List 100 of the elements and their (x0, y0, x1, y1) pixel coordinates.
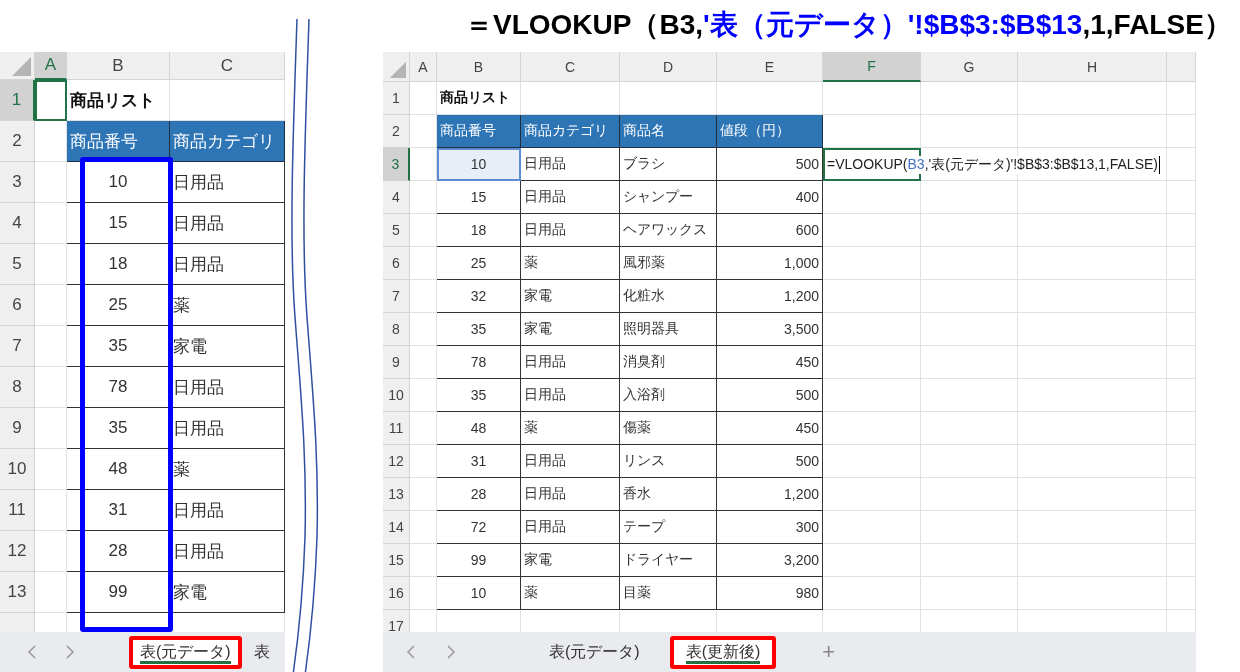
empty-cell (410, 313, 437, 346)
spreadsheet-cell: 家電 (170, 572, 285, 613)
spreadsheet-cell: 15 (67, 203, 170, 244)
column-header[interactable]: A (35, 52, 67, 80)
row-header: 17 (383, 610, 410, 632)
spreadsheet-cell: 日用品 (521, 379, 620, 412)
empty-cell (1167, 445, 1196, 478)
chevron-right-icon[interactable] (64, 644, 76, 660)
spreadsheet-cell: 日用品 (170, 244, 285, 285)
spreadsheet-cell: 家電 (521, 280, 620, 313)
spreadsheet-cell: 10 (437, 577, 521, 610)
column-header[interactable]: B (67, 52, 170, 80)
empty-cell (1167, 280, 1196, 313)
row-header: 8 (383, 313, 410, 346)
spreadsheet-cell: 日用品 (521, 181, 620, 214)
empty-cell (410, 445, 437, 478)
empty-cell (35, 531, 67, 572)
spreadsheet-cell: 日用品 (170, 531, 285, 572)
spreadsheet-cell: 日用品 (521, 445, 620, 478)
formula-input[interactable]: =VLOOKUP(B3,'表(元データ)'!$B$3:$B$13,1,FALSE) (827, 155, 1160, 174)
row-header: 6 (0, 285, 35, 326)
empty-cell (1167, 511, 1196, 544)
row-header: 7 (0, 326, 35, 367)
spreadsheet-cell: 日用品 (521, 346, 620, 379)
empty-cell (1167, 346, 1196, 379)
spreadsheet-cell: 3,500 (717, 313, 823, 346)
spreadsheet-cell: 10 (437, 148, 521, 181)
column-header[interactable]: F (823, 52, 921, 82)
column-header[interactable]: B (437, 52, 521, 82)
sheet-tab[interactable]: 表 (251, 637, 272, 667)
spreadsheet-cell: 72 (437, 511, 521, 544)
spreadsheet-cell: 31 (67, 490, 170, 531)
empty-cell (35, 367, 67, 408)
row-header: 10 (383, 379, 410, 412)
row-header: 2 (0, 121, 35, 162)
chevron-left-icon[interactable] (26, 644, 38, 660)
spreadsheet-cell: ヘアワックス (620, 214, 717, 247)
spreadsheet-cell: ドライヤー (620, 544, 717, 577)
spreadsheet-cell: 日用品 (521, 478, 620, 511)
empty-cell (1167, 214, 1196, 247)
spreadsheet-cell: 3,200 (717, 544, 823, 577)
spreadsheet-cell: 600 (717, 214, 823, 247)
spreadsheet-cell: 1,200 (717, 280, 823, 313)
empty-cell (1167, 115, 1196, 148)
spreadsheet-cell: 薬 (521, 247, 620, 280)
empty-cell (410, 511, 437, 544)
spreadsheet-cell: ブラシ (620, 148, 717, 181)
row-header: 12 (383, 445, 410, 478)
formula-caption: ＝VLOOKUP（B3,'表（元データ）'!$B$3:$B$13,1,FALSE） (465, 8, 1232, 42)
empty-cell (410, 412, 437, 445)
spreadsheet-cell: 家電 (170, 326, 285, 367)
spreadsheet-cell: 28 (437, 478, 521, 511)
empty-cell (35, 449, 67, 490)
column-header[interactable]: G (921, 52, 1018, 82)
sheet-tab[interactable]: 表(元データ) (535, 637, 654, 667)
spreadsheet-cell: 500 (717, 445, 823, 478)
column-header[interactable]: H (1018, 52, 1167, 82)
spreadsheet-cell: シャンプー (620, 181, 717, 214)
spreadsheet-cell: 99 (67, 572, 170, 613)
spreadsheet-cell: 家電 (521, 313, 620, 346)
spreadsheet-cell: 香水 (620, 478, 717, 511)
spreadsheet-cell: テープ (620, 511, 717, 544)
empty-cell (410, 181, 437, 214)
row-header: 4 (383, 181, 410, 214)
empty-cell (1167, 577, 1196, 610)
column-header[interactable]: E (717, 52, 823, 82)
spreadsheet-cell: 日用品 (521, 214, 620, 247)
spreadsheet-cell: 目薬 (620, 577, 717, 610)
column-header[interactable]: D (620, 52, 717, 82)
spreadsheet-cell: 10 (67, 162, 170, 203)
spreadsheet-cell: 日用品 (170, 408, 285, 449)
spreadsheet-cell: 薬 (521, 412, 620, 445)
spreadsheet-cell: 薬 (521, 577, 620, 610)
empty-cell (35, 203, 67, 244)
empty-cell (35, 408, 67, 449)
row-header: 3 (0, 162, 35, 203)
row-header: 13 (0, 572, 35, 613)
empty-cell (410, 247, 437, 280)
chevron-right-icon[interactable] (445, 644, 457, 660)
column-header[interactable]: C (521, 52, 620, 82)
empty-cell (410, 214, 437, 247)
empty-cell (1167, 379, 1196, 412)
column-header[interactable]: C (170, 52, 285, 80)
spreadsheet-cell: 450 (717, 412, 823, 445)
row-header: 1 (383, 82, 410, 115)
selected-cell[interactable] (35, 80, 67, 121)
chevron-left-icon[interactable] (405, 644, 417, 660)
spreadsheet-cell: 300 (717, 511, 823, 544)
spreadsheet-cell: 入浴剤 (620, 379, 717, 412)
row-header: 14 (383, 511, 410, 544)
sheet-tab[interactable]: 表(元データ) (133, 639, 238, 665)
spreadsheet-cell: 980 (717, 577, 823, 610)
sheet-tab[interactable]: 表(更新後) (673, 639, 773, 665)
spreadsheet-cell: 18 (67, 244, 170, 285)
empty-cell (35, 244, 67, 285)
column-header[interactable]: A (410, 52, 437, 82)
spreadsheet-cell: 日用品 (170, 367, 285, 408)
row-header: 10 (0, 449, 35, 490)
column-header (1167, 52, 1196, 82)
empty-cell (35, 572, 67, 613)
